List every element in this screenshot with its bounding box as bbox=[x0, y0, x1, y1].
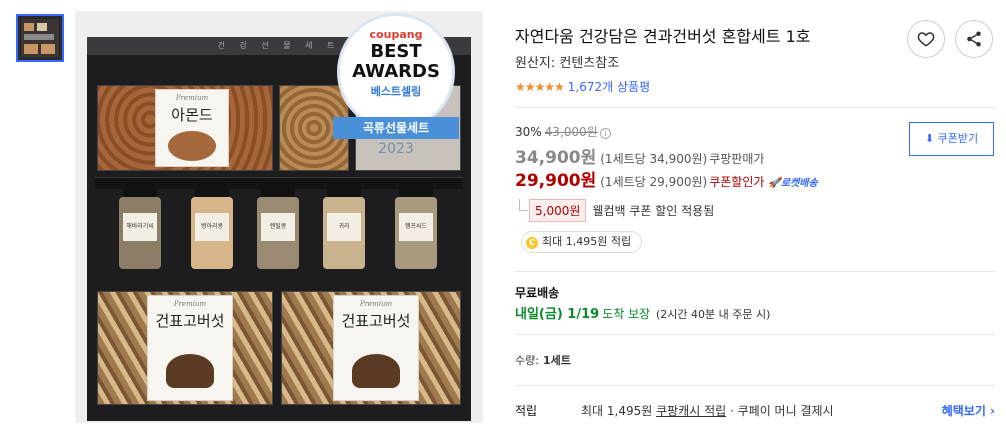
best-awards-badge: coupang BEST AWARDS 베스트셀링 곡류선물세트 2023 bbox=[333, 13, 459, 163]
coupon-price-label: 쿠폰할인가 bbox=[709, 175, 765, 189]
rocket-delivery-badge: 🚀로켓배송 bbox=[768, 178, 818, 189]
jar-oat: 귀리 bbox=[321, 183, 367, 269]
discount-rate: 30% bbox=[515, 125, 542, 139]
info-icon[interactable]: i bbox=[599, 128, 611, 139]
reward-prefix: 최대 1,495원 bbox=[581, 404, 657, 418]
cashback-row: 5,000원 웰컴백 쿠폰 할인 적용됨 bbox=[519, 199, 715, 222]
almond-photo bbox=[168, 131, 216, 161]
almond-name: 아몬드 bbox=[171, 106, 213, 124]
sale-price: 34,900원 bbox=[515, 148, 597, 168]
coupang-cash-link[interactable]: 쿠팡캐시 적립 bbox=[656, 404, 726, 418]
jar-label: 병아리콩 bbox=[195, 213, 229, 241]
badge-circle: coupang BEST AWARDS 베스트셀링 bbox=[337, 13, 455, 131]
quantity-label: 수량: bbox=[515, 354, 539, 367]
badge-awards: AWARDS bbox=[352, 61, 440, 82]
sale-price-label: 쿠팡판매가 bbox=[709, 152, 765, 166]
sale-price-row: 34,900원 (1세트당 34,900원) 쿠팡판매가 bbox=[515, 143, 764, 168]
coupon-price-unit: (1세트당 29,900원) bbox=[600, 175, 708, 189]
delivery-date: 내일(금) 1/19 bbox=[515, 307, 600, 322]
reward-info-row: 적립 최대 1,495원 쿠팡캐시 적립 · 쿠페이 머니 결제시 혜택보기 › bbox=[515, 402, 995, 419]
divider bbox=[515, 107, 995, 108]
jar-chickpea: 병아리콩 bbox=[189, 183, 235, 269]
badge-seller: 베스트셀링 bbox=[370, 85, 422, 98]
download-icon: ⬇ bbox=[924, 132, 935, 145]
badge-year: 2023 bbox=[378, 141, 414, 157]
quantity-row: 수량: 1세트 bbox=[515, 352, 571, 368]
reward-suffix: · 쿠페이 머니 결제시 bbox=[726, 404, 834, 418]
thumbnail-image bbox=[21, 19, 59, 57]
coin-icon: C bbox=[526, 237, 538, 249]
delivery-guarantee: 도착 보장 bbox=[602, 307, 651, 321]
benefits-link[interactable]: 혜택보기 › bbox=[942, 402, 995, 419]
divider bbox=[515, 271, 995, 272]
delivery-date-row: 내일(금) 1/19 도착 보장 (2시간 40분 내 주문 시) bbox=[515, 303, 770, 322]
discount-row: 30% 43,000원 i bbox=[515, 123, 611, 140]
jar-label: 귀리 bbox=[327, 213, 361, 241]
product-main-image: 건 강 선 물 세 트 Premium 아몬드 해바라기씨 병아리콩 렌틸콩 귀… bbox=[75, 11, 483, 423]
wishlist-button[interactable] bbox=[907, 20, 945, 58]
reward-pill: C 최대 1,495원 적립 bbox=[521, 231, 643, 253]
jar-hemp: 햄프씨드 bbox=[393, 183, 439, 269]
rating-stars-icon: ★★★★★ bbox=[515, 80, 565, 94]
tree-corner bbox=[519, 199, 527, 211]
quantity-value: 1세트 bbox=[542, 354, 571, 367]
shipping-title: 무료배송 bbox=[515, 286, 560, 300]
delivery-note: (2시간 40분 내 주문 시) bbox=[656, 308, 771, 321]
mushroom-label-right: Premium 건표고버섯 bbox=[333, 295, 419, 401]
jar-label: 해바라기씨 bbox=[123, 213, 157, 241]
reward-pill-text: 최대 1,495원 적립 bbox=[542, 235, 632, 248]
coupon-price: 29,900원 bbox=[515, 171, 597, 191]
mushroom-premium-text: Premium bbox=[173, 300, 207, 308]
coupon-price-row: 29,900원 (1세트당 29,900원) 쿠폰할인가 🚀로켓배송 bbox=[515, 166, 818, 191]
rocket-label: 로켓배송 bbox=[780, 178, 818, 189]
product-title: 자연다움 건강담은 견과건버섯 혼합세트 1호 bbox=[515, 27, 811, 46]
mushroom-label-left: Premium 건표고버섯 bbox=[147, 295, 233, 401]
almond-label: Premium 아몬드 bbox=[155, 89, 229, 167]
cashback-amount: 5,000원 bbox=[529, 199, 587, 222]
mushroom-photo bbox=[166, 354, 214, 388]
original-price: 43,000원 bbox=[544, 125, 598, 139]
badge-brand: coupang bbox=[340, 28, 452, 41]
share-button[interactable] bbox=[955, 20, 993, 58]
rating-row[interactable]: ★★★★★ 1,672개 상품평 bbox=[515, 78, 650, 95]
coupon-button-label: 쿠폰받기 bbox=[937, 132, 979, 145]
mushroom-name: 건표고버섯 bbox=[341, 312, 411, 330]
reward-key: 적립 bbox=[515, 404, 538, 418]
product-origin: 원산지: 컨텐츠참조 bbox=[515, 56, 620, 71]
sale-price-unit: (1세트당 34,900원) bbox=[600, 152, 708, 166]
mushroom-name: 건표고버섯 bbox=[155, 312, 225, 330]
almond-premium-text: Premium bbox=[175, 94, 209, 102]
heart-icon bbox=[917, 32, 935, 47]
mushroom-photo bbox=[352, 354, 400, 388]
divider bbox=[515, 334, 995, 335]
mushroom-premium-text: Premium bbox=[359, 300, 393, 308]
reward-value: 최대 1,495원 쿠팡캐시 적립 · 쿠페이 머니 결제시 bbox=[581, 402, 834, 419]
jar-lentil: 렌틸콩 bbox=[255, 183, 301, 269]
badge-category-ribbon: 곡류선물세트 bbox=[333, 117, 459, 139]
jar-label: 렌틸콩 bbox=[261, 213, 295, 241]
jar-sunflower: 해바라기씨 bbox=[117, 183, 163, 269]
coupon-download-button[interactable]: ⬇ 쿠폰받기 bbox=[909, 122, 994, 156]
jar-label: 햄프씨드 bbox=[399, 213, 433, 241]
divider bbox=[515, 385, 995, 386]
cashback-text: 웰컴백 쿠폰 할인 적용됨 bbox=[592, 204, 715, 218]
badge-best: BEST bbox=[370, 41, 422, 62]
badge-brand-text: coupang bbox=[369, 28, 423, 41]
share-icon bbox=[967, 31, 981, 47]
review-count-link[interactable]: 1,672개 상품평 bbox=[568, 80, 650, 94]
product-thumbnail[interactable] bbox=[16, 14, 64, 62]
